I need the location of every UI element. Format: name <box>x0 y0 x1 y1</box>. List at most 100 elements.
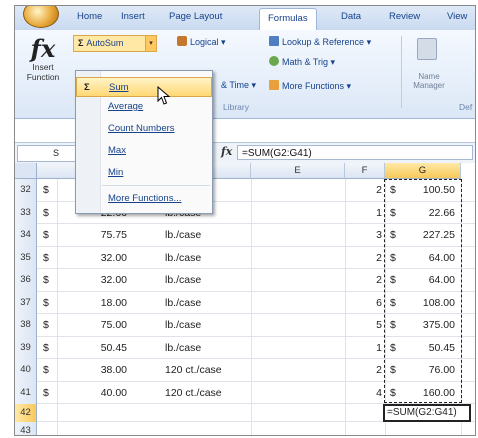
menu-item-count-numbers[interactable]: Count Numbers <box>76 119 212 139</box>
currency-symbol: $ <box>43 319 49 331</box>
math-icon <box>269 56 279 66</box>
select-all-corner[interactable] <box>15 163 37 179</box>
lookup-icon <box>269 36 279 46</box>
menu-item-label: Count Numbers <box>108 123 175 134</box>
active-cell-g42[interactable]: =SUM(G2:G41) <box>383 404 471 422</box>
name-manager-button[interactable]: Name Manager <box>409 72 449 90</box>
lookup-reference-button[interactable]: Lookup & Reference ▾ <box>269 36 371 48</box>
menu-item-max[interactable]: Max <box>76 141 212 161</box>
autosum-label: AutoSum <box>86 38 124 48</box>
row-header-43[interactable]: 43 <box>15 422 37 435</box>
currency-symbol: $ <box>43 364 49 376</box>
row-header[interactable]: 41 <box>15 381 37 404</box>
table-row[interactable]: 41 $40.00 120 ct./case 4 $160.00 <box>15 381 475 404</box>
tab-review[interactable]: Review <box>389 11 420 22</box>
price-cell: 32.00 <box>100 251 127 264</box>
fx-icon[interactable]: fx <box>221 145 232 158</box>
currency-symbol: $ <box>43 206 49 219</box>
quantity-cell: 5 <box>376 319 382 331</box>
currency-symbol: $ <box>390 319 396 331</box>
currency-symbol: $ <box>43 184 49 196</box>
price-cell: 50.45 <box>100 341 127 354</box>
quantity-cell: 1 <box>376 206 382 219</box>
autosum-dropdown-arrow-icon[interactable]: ▾ <box>145 35 157 52</box>
row-header[interactable]: 36 <box>15 269 37 292</box>
tab-view[interactable]: View <box>447 11 467 22</box>
row-header[interactable]: 35 <box>15 246 37 269</box>
menu-item-label: Sum <box>109 82 129 93</box>
date-time-button[interactable]: & Time ▾ <box>221 80 256 91</box>
formula-input[interactable]: =SUM(G2:G41) <box>237 145 473 160</box>
row-header[interactable]: 37 <box>15 291 37 314</box>
currency-symbol: $ <box>390 341 396 354</box>
table-row[interactable]: 37 $18.00 lb./case 6 $108.00 <box>15 291 475 314</box>
more-functions-icon <box>269 80 279 90</box>
insert-function-button[interactable]: Insert Function <box>17 62 69 82</box>
currency-symbol: $ <box>43 296 49 309</box>
row-header[interactable]: 39 <box>15 336 37 359</box>
more-functions-button[interactable]: More Functions ▾ <box>269 80 351 92</box>
autosum-button[interactable]: Σ AutoSum ▾ <box>73 35 157 52</box>
total-cell: 227.25 <box>422 229 455 241</box>
column-header-g[interactable]: G <box>385 163 461 179</box>
row-header[interactable]: 33 <box>15 201 37 224</box>
table-row[interactable]: 43 <box>15 422 475 435</box>
table-row[interactable]: 35 $32.00 lb./case 2 $64.00 <box>15 246 475 269</box>
quantity-cell: 6 <box>376 296 382 309</box>
menu-item-min[interactable]: Min <box>76 163 212 183</box>
quantity-cell: 4 <box>376 386 382 399</box>
tab-data[interactable]: Data <box>341 11 361 22</box>
price-cell: 75.00 <box>100 319 127 331</box>
price-cell: 32.00 <box>100 274 127 286</box>
autosum-menu: Σ Sum Average Count Numbers Max Min More Funct… <box>75 70 213 214</box>
row-header[interactable]: 38 <box>15 314 37 337</box>
tab-home[interactable]: Home <box>77 11 102 22</box>
table-row[interactable]: 34 $75.75 lb./case 3 $227.25 <box>15 224 475 247</box>
table-row[interactable]: 40 $38.00 120 ct./case 2 $76.00 <box>15 359 475 382</box>
excel-window: Home Insert Page Layout Formulas Data Re… <box>14 5 476 436</box>
table-row[interactable]: 36 $32.00 lb./case 2 $64.00 <box>15 269 475 292</box>
table-row[interactable]: 38 $75.00 lb./case 5 $375.00 <box>15 314 475 337</box>
total-cell: 160.00 <box>422 386 455 399</box>
quantity-cell: 2 <box>376 251 382 264</box>
table-row[interactable]: 39 $50.45 lb./case 1 $50.45 <box>15 336 475 359</box>
fx-icon[interactable]: fx <box>25 34 61 63</box>
math-trig-button[interactable]: Math & Trig ▾ <box>269 56 335 68</box>
column-header-f[interactable]: F <box>345 163 385 179</box>
price-cell: 75.75 <box>100 229 127 241</box>
tab-formulas[interactable]: Formulas <box>259 8 317 31</box>
menu-item-label: Min <box>108 167 124 178</box>
currency-symbol: $ <box>390 364 396 376</box>
menu-item-more-functions[interactable]: More Functions... <box>76 189 212 209</box>
sigma-icon: Σ <box>78 38 84 48</box>
quantity-cell: 1 <box>376 341 382 354</box>
logical-icon <box>177 36 187 46</box>
currency-symbol: $ <box>43 274 49 286</box>
row-header[interactable]: 34 <box>15 224 37 247</box>
quantity-cell: 3 <box>376 229 382 241</box>
ribbon-tabs: Home Insert Page Layout Formulas Data Re… <box>15 6 475 31</box>
row-header[interactable]: 32 <box>15 179 37 202</box>
row-header-42[interactable]: 42 <box>15 404 37 422</box>
menu-item-average[interactable]: Average <box>76 97 212 117</box>
row-header[interactable]: 40 <box>15 359 37 382</box>
menu-item-sum[interactable]: Σ Sum <box>76 77 212 97</box>
tab-insert[interactable]: Insert <box>121 11 145 22</box>
group-divider <box>401 36 402 108</box>
currency-symbol: $ <box>390 386 396 399</box>
sigma-icon: Σ <box>84 82 90 93</box>
defined-names-label: Def <box>459 102 473 112</box>
unit-cell: 120 ct./case <box>165 364 222 376</box>
logical-button[interactable]: Logical ▾ <box>177 36 226 48</box>
currency-symbol: $ <box>390 206 396 219</box>
price-cell: 18.00 <box>100 296 127 309</box>
total-cell: 50.45 <box>428 341 455 354</box>
column-header-e[interactable]: E <box>251 163 345 179</box>
office-button[interactable] <box>23 6 59 28</box>
unit-cell: lb./case <box>165 229 202 241</box>
total-cell: 76.00 <box>428 364 455 376</box>
currency-symbol: $ <box>390 274 396 286</box>
currency-symbol: $ <box>390 184 396 196</box>
tab-page-layout[interactable]: Page Layout <box>169 11 222 22</box>
unit-cell: lb./case <box>165 341 202 354</box>
